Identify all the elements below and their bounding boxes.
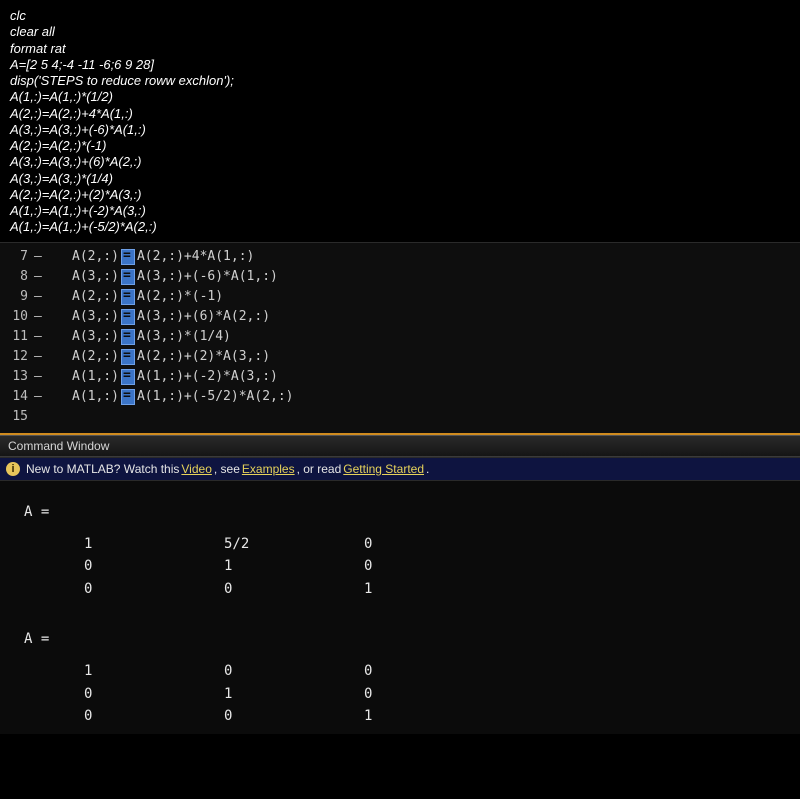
equals-icon (121, 389, 135, 405)
editor-panel[interactable]: 7 – A(2,:) A(2,:)+4*A(1,:) 8 – A(3,:) A(3,… (0, 242, 800, 435)
matrix-cell: 0 (84, 578, 224, 600)
code-line: A(2,:)=A(2,:)+(2)*A(3,:) (10, 187, 790, 203)
equals-icon (121, 369, 135, 385)
video-link[interactable]: Video (181, 462, 211, 476)
code-lhs: A(2,:) (72, 349, 119, 364)
matrix-cell: 0 (364, 660, 424, 682)
code-lhs: A(1,:) (72, 369, 119, 384)
editor-row[interactable]: 14 – A(1,:) A(1,:)+(-5/2)*A(2,:) (0, 387, 800, 407)
welcome-banner: i New to MATLAB? Watch this Video , see … (0, 457, 800, 481)
code-line: A=[2 5 4;-4 -11 -6;6 9 28] (10, 57, 790, 73)
breakpoint-gutter[interactable]: – (34, 289, 48, 304)
code-lhs: A(3,:) (72, 309, 119, 324)
examples-link[interactable]: Examples (242, 462, 295, 476)
command-window[interactable]: A = 15/20 010 001 A = 100 010 001 (0, 481, 800, 734)
problem-statement: clc clear all format rat A=[2 5 4;-4 -11… (0, 0, 800, 242)
matrix-cell: 0 (84, 555, 224, 577)
code-rhs: A(2,:)*(-1) (137, 289, 223, 304)
code-rhs: A(2,:)+(2)*A(3,:) (137, 349, 270, 364)
editor-row[interactable]: 10 – A(3,:) A(3,:)+(6)*A(2,:) (0, 307, 800, 327)
matrix-output: 100 010 001 (24, 660, 790, 727)
matrix-cell: 0 (364, 555, 424, 577)
code-line: A(1,:)=A(1,:)+(-5/2)*A(2,:) (10, 219, 790, 235)
code-rhs: A(1,:)+(-2)*A(3,:) (137, 369, 278, 384)
code-line: A(1,:)=A(1,:)*(1/2) (10, 89, 790, 105)
equals-icon (121, 269, 135, 285)
code-rhs: A(3,:)+(-6)*A(1,:) (137, 269, 278, 284)
code-rhs: A(3,:)*(1/4) (137, 329, 231, 344)
code-lhs: A(1,:) (72, 389, 119, 404)
editor-row[interactable]: 7 – A(2,:) A(2,:)+4*A(1,:) (0, 247, 800, 267)
breakpoint-gutter[interactable]: – (34, 249, 48, 264)
breakpoint-gutter[interactable]: – (34, 329, 48, 344)
matrix-cell: 0 (84, 705, 224, 727)
matrix-cell: 0 (364, 683, 424, 705)
banner-text: , see (214, 462, 240, 476)
code-line: A(2,:)=A(2,:)+4*A(1,:) (10, 106, 790, 122)
code-line: A(2,:)=A(2,:)*(-1) (10, 138, 790, 154)
line-number: 14 (0, 389, 34, 404)
code-rhs: A(2,:)+4*A(1,:) (137, 249, 254, 264)
editor-row[interactable]: 11 – A(3,:) A(3,:)*(1/4) (0, 327, 800, 347)
output-var-label: A = (24, 628, 790, 650)
matrix-output: 15/20 010 001 (24, 533, 790, 600)
line-number: 9 (0, 289, 34, 304)
line-number: 13 (0, 369, 34, 384)
code-line: A(3,:)=A(3,:)+(6)*A(2,:) (10, 154, 790, 170)
output-var-label: A = (24, 501, 790, 523)
matrix-cell: 1 (84, 533, 224, 555)
breakpoint-gutter[interactable]: – (34, 269, 48, 284)
code-rhs: A(1,:)+(-5/2)*A(2,:) (137, 389, 294, 404)
code-line: clear all (10, 24, 790, 40)
banner-text: New to MATLAB? Watch this (26, 462, 179, 476)
line-number: 15 (0, 409, 34, 424)
code-line: A(1,:)=A(1,:)+(-2)*A(3,:) (10, 203, 790, 219)
info-icon: i (6, 462, 20, 476)
matrix-cell: 5/2 (224, 533, 364, 555)
code-line: format rat (10, 41, 790, 57)
line-number: 12 (0, 349, 34, 364)
code-lhs: A(2,:) (72, 249, 119, 264)
editor-row[interactable]: 8 – A(3,:) A(3,:)+(-6)*A(1,:) (0, 267, 800, 287)
line-number: 8 (0, 269, 34, 284)
editor-row[interactable]: 12 – A(2,:) A(2,:)+(2)*A(3,:) (0, 347, 800, 367)
line-number: 10 (0, 309, 34, 324)
matrix-cell: 0 (224, 660, 364, 682)
line-number: 11 (0, 329, 34, 344)
code-lhs: A(3,:) (72, 269, 119, 284)
matrix-cell: 0 (224, 705, 364, 727)
code-lhs: A(3,:) (72, 329, 119, 344)
code-line: disp('STEPS to reduce roww exchlon'); (10, 73, 790, 89)
code-line: A(3,:)=A(3,:)*(1/4) (10, 171, 790, 187)
code-lhs: A(2,:) (72, 289, 119, 304)
breakpoint-gutter[interactable]: – (34, 389, 48, 404)
matrix-cell: 1 (224, 555, 364, 577)
banner-text: , or read (297, 462, 342, 476)
matrix-cell: 1 (364, 705, 424, 727)
editor-row[interactable]: 15 (0, 407, 800, 427)
code-rhs: A(3,:)+(6)*A(2,:) (137, 309, 270, 324)
code-line: A(3,:)=A(3,:)+(-6)*A(1,:) (10, 122, 790, 138)
matrix-cell: 0 (364, 533, 424, 555)
equals-icon (121, 309, 135, 325)
breakpoint-gutter[interactable]: – (34, 309, 48, 324)
line-number: 7 (0, 249, 34, 264)
getting-started-link[interactable]: Getting Started (343, 462, 424, 476)
command-window-title: Command Window (0, 435, 800, 457)
breakpoint-gutter[interactable]: – (34, 369, 48, 384)
editor-row[interactable]: 13 – A(1,:) A(1,:)+(-2)*A(3,:) (0, 367, 800, 387)
editor-row[interactable]: 9 – A(2,:) A(2,:)*(-1) (0, 287, 800, 307)
matrix-cell: 0 (224, 578, 364, 600)
equals-icon (121, 249, 135, 265)
equals-icon (121, 349, 135, 365)
matrix-cell: 0 (84, 683, 224, 705)
equals-icon (121, 329, 135, 345)
matrix-cell: 1 (224, 683, 364, 705)
breakpoint-gutter[interactable]: – (34, 349, 48, 364)
equals-icon (121, 289, 135, 305)
matrix-cell: 1 (84, 660, 224, 682)
matrix-cell: 1 (364, 578, 424, 600)
code-line: clc (10, 8, 790, 24)
banner-text: . (426, 462, 429, 476)
